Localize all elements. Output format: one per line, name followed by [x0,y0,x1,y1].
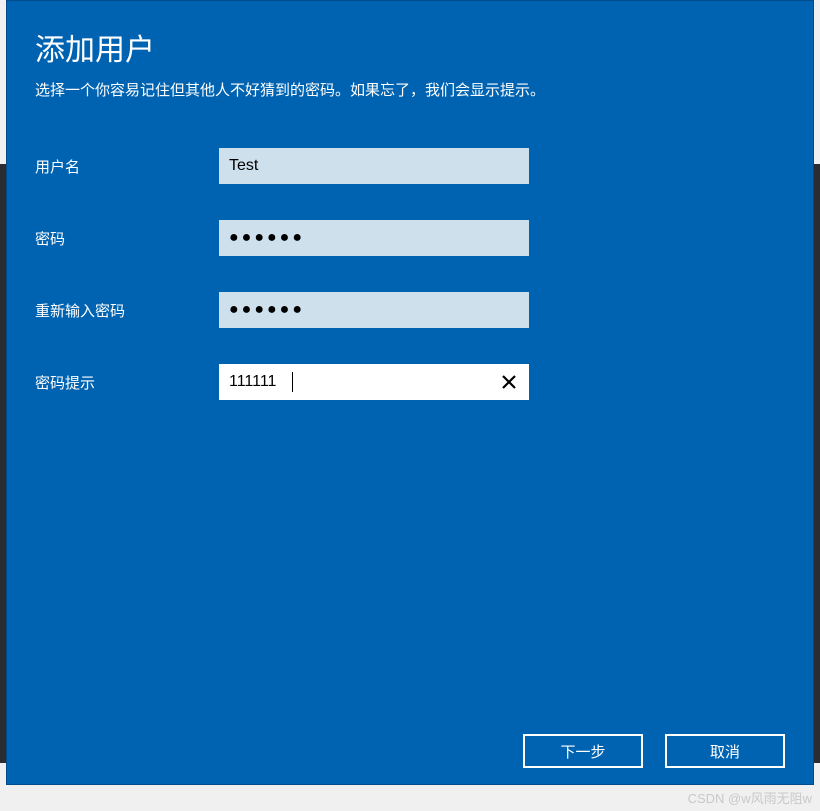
add-user-dialog: 添加用户 选择一个你容易记住但其他人不好猜到的密码。如果忘了，我们会显示提示。 … [6,0,814,785]
username-input[interactable] [219,148,529,184]
close-icon[interactable] [495,368,523,396]
label-username: 用户名 [35,156,219,177]
label-password: 密码 [35,228,219,249]
input-wrap-password-hint [219,364,529,400]
password-confirm-input[interactable] [219,292,529,328]
dialog-title: 添加用户 [35,25,785,69]
row-username: 用户名 [35,148,785,184]
form: 用户名 密码 重新输入密码 密码提示 [35,148,785,724]
row-password-confirm: 重新输入密码 [35,292,785,328]
watermark: CSDN @w风雨无阻w [688,788,812,807]
label-password-hint: 密码提示 [35,372,219,393]
password-hint-input[interactable] [219,364,529,400]
row-password: 密码 [35,220,785,256]
next-button[interactable]: 下一步 [523,734,643,768]
label-password-confirm: 重新输入密码 [35,300,219,321]
input-wrap-password-confirm [219,292,529,328]
background-strip-right [814,164,820,763]
row-password-hint: 密码提示 [35,364,785,400]
input-wrap-password [219,220,529,256]
password-input[interactable] [219,220,529,256]
dialog-footer: 下一步 取消 [35,734,785,768]
dialog-subtitle: 选择一个你容易记住但其他人不好猜到的密码。如果忘了，我们会显示提示。 [35,79,785,100]
cancel-button[interactable]: 取消 [665,734,785,768]
input-wrap-username [219,148,529,184]
text-caret [292,372,293,392]
